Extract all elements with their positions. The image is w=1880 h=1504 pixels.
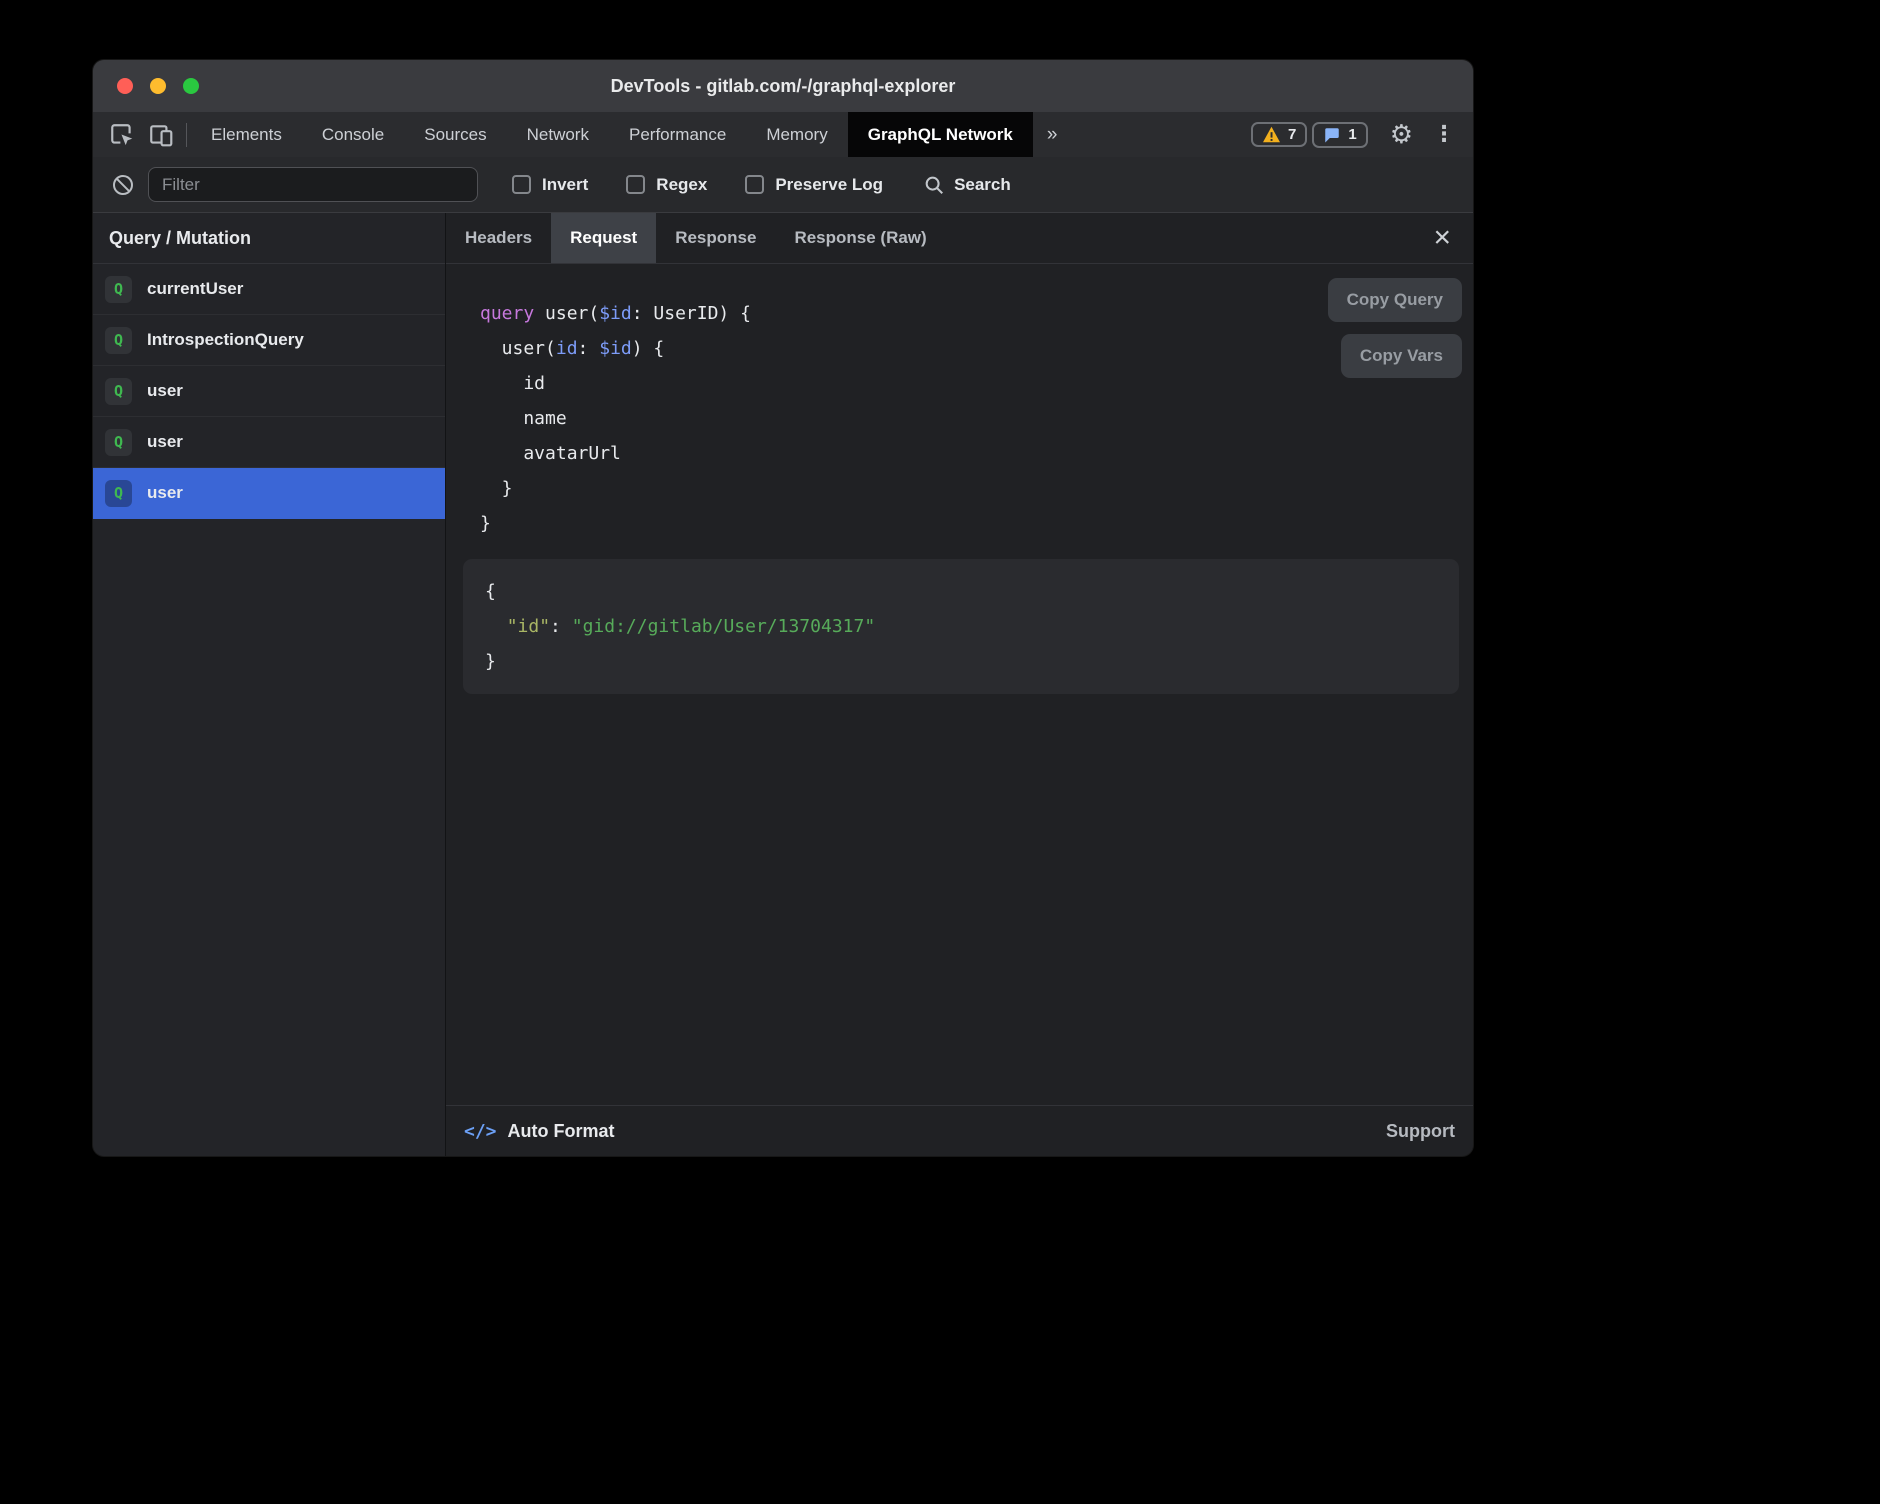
detail-tab-request[interactable]: Request [551,213,656,263]
warning-count: 7 [1288,126,1296,143]
code-line: avatarUrl [480,436,1473,471]
tabbar-left-icons [93,112,182,157]
checkbox-label-regex: Regex [656,175,707,195]
query-list-item-currentuser[interactable]: QcurrentUser [93,264,445,315]
minimize-window-button[interactable] [150,78,166,94]
tabbar-spacer [1071,112,1251,157]
sidebar-header: Query / Mutation [93,213,445,264]
traffic-lights [117,78,199,94]
copy-buttons: Copy Query Copy Vars [1328,278,1462,378]
code-line: id [480,366,1473,401]
detail-footer: </> Auto Format Support [446,1105,1473,1156]
inspect-element-icon[interactable] [109,122,135,148]
search-label: Search [954,175,1011,195]
devtools-tabbar-tabs: ElementsConsoleSourcesNetworkPerformance… [191,112,1033,157]
devtools-tab-graphql-network[interactable]: GraphQL Network [848,112,1033,157]
devtools-tab-memory[interactable]: Memory [746,112,847,157]
devtools-window: DevTools - gitlab.com/-/graphql-explorer… [93,60,1473,1156]
status-badges: 7 1 [1251,122,1368,148]
close-panel-icon[interactable]: × [1427,223,1457,253]
code-line: } [480,471,1473,506]
code-line: query user($id: UserID) { [480,296,1473,331]
warnings-badge[interactable]: 7 [1251,122,1307,147]
query-list-item-user[interactable]: Quser [93,417,445,468]
query-list-item-introspectionquery[interactable]: Q IntrospectionQuery [93,315,445,366]
query-list: QcurrentUserQIntrospectionQueryQuserQuse… [93,264,445,519]
copy-query-button[interactable]: Copy Query [1328,278,1462,322]
window-title: DevTools - gitlab.com/-/graphql-explorer [93,76,1473,97]
issues-badge[interactable]: 1 [1312,122,1367,148]
code-format-icon: </> [464,1121,497,1142]
checkbox-box-preserve-log[interactable] [745,175,764,194]
devtools-tab-elements[interactable]: Elements [191,112,302,157]
search-control[interactable]: Search [923,174,1011,196]
query-type-badge: Q [105,429,132,456]
code-line: } [480,506,1473,541]
search-icon [923,174,945,196]
checkbox-regex[interactable]: Regex [626,175,707,195]
auto-format-toggle[interactable]: Auto Format [508,1121,615,1142]
devtools-tab-sources[interactable]: Sources [404,112,506,157]
detail-tab-response-raw[interactable]: Response (Raw) [775,213,945,263]
query-name: user [147,483,183,503]
checkbox-label-invert: Invert [542,175,588,195]
query-name: currentUser [147,279,243,299]
request-variables-box: { "id": "gid://gitlab/User/13704317"} [463,559,1459,694]
message-bubble-icon [1323,126,1341,144]
query-name: user [147,432,183,452]
query-list-item-user[interactable]: Quser [93,366,445,417]
request-tab-content: Copy Query Copy Vars query user($id: Use… [446,264,1473,1105]
detail-panel: HeadersRequestResponseResponse (Raw) × Co… [446,213,1473,1156]
close-window-button[interactable] [117,78,133,94]
code-line: user(id: $id) { [480,331,1473,366]
copy-vars-button[interactable]: Copy Vars [1341,334,1462,378]
query-name: IntrospectionQuery [147,330,304,350]
filter-checkboxes: Invert Regex Preserve Log [512,175,883,195]
code-line: "id": "gid://gitlab/User/13704317" [485,609,1437,644]
query-type-badge: Q [105,327,132,354]
main-split: Query / Mutation QcurrentUserQIntrospect… [93,213,1473,1156]
support-link[interactable]: Support [1386,1121,1455,1142]
detail-tab-headers[interactable]: Headers [446,213,551,263]
detail-tabs: HeadersRequestResponseResponse (Raw) × [446,213,1473,264]
query-name: user [147,381,183,401]
zoom-window-button[interactable] [183,78,199,94]
filter-toolbar: Invert Regex Preserve Log Search [93,157,1473,213]
code-line: } [485,644,1437,679]
more-options-icon[interactable]: ⋮ [1423,112,1465,157]
tabbar-separator [186,123,187,147]
checkbox-box-regex[interactable] [626,175,645,194]
devtools-tab-network[interactable]: Network [507,112,609,157]
more-tabs-chevron[interactable]: » [1033,112,1072,157]
clear-log-icon[interactable] [111,173,135,197]
query-type-badge: Q [105,276,132,303]
request-variables-code: { "id": "gid://gitlab/User/13704317"} [485,574,1437,679]
issues-count: 1 [1348,126,1356,143]
request-query-code: query user($id: UserID) { user(id: $id) … [480,296,1473,541]
devtools-tab-performance[interactable]: Performance [609,112,746,157]
checkbox-label-preserve-log: Preserve Log [775,175,883,195]
titlebar: DevTools - gitlab.com/-/graphql-explorer [93,60,1473,112]
sidebar: Query / Mutation QcurrentUserQIntrospect… [93,213,446,1156]
device-toolbar-icon[interactable] [148,122,174,148]
filter-input[interactable] [148,167,478,202]
checkbox-preserve-log[interactable]: Preserve Log [745,175,883,195]
devtools-tabbar: ElementsConsoleSourcesNetworkPerformance… [93,112,1473,157]
query-type-badge: Q [105,378,132,405]
checkbox-invert[interactable]: Invert [512,175,588,195]
detail-tab-response[interactable]: Response [656,213,775,263]
code-line: { [485,574,1437,609]
settings-gear-icon[interactable]: ⚙ [1380,112,1423,157]
devtools-tab-console[interactable]: Console [302,112,404,157]
code-line: name [480,401,1473,436]
checkbox-box-invert[interactable] [512,175,531,194]
query-type-badge: Q [105,480,132,507]
warning-icon [1262,126,1281,143]
query-list-item-user[interactable]: Quser [93,468,445,519]
